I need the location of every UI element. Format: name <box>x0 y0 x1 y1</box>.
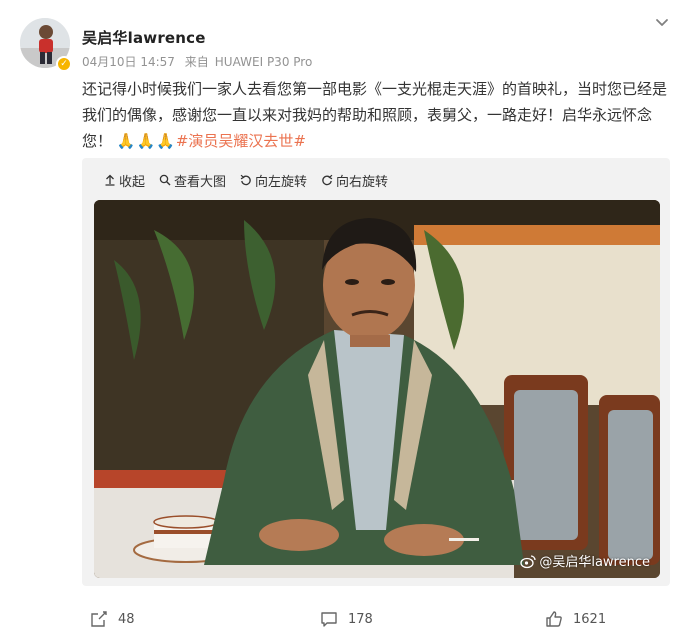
magnifier-icon <box>159 174 171 186</box>
view-large-label: 查看大图 <box>174 174 227 190</box>
media-box: 收起 查看大图 向左旋转 向右旋转 @吴启华lawrence <box>82 158 670 586</box>
source-device: HUAWEI P30 Pro <box>214 55 313 69</box>
pray-emoji: 🙏🙏🙏 <box>116 132 176 150</box>
post-meta: 04月10日 14:57 来自 HUAWEI P30 Pro <box>82 53 318 70</box>
action-bar: 48 178 1621 <box>0 598 690 640</box>
view-large-button[interactable]: 查看大图 <box>159 171 226 190</box>
comment-icon <box>321 612 337 627</box>
rotate-left-icon <box>240 174 251 186</box>
collapse-button[interactable]: 收起 <box>104 171 145 190</box>
username[interactable]: 吴启华lawrence <box>82 27 206 48</box>
collapse-arrow-icon <box>105 174 115 186</box>
like-count: 1621 <box>573 611 607 627</box>
post-date[interactable]: 04月10日 14:57 <box>82 55 175 69</box>
post-photo[interactable]: @吴启华lawrence <box>94 200 660 578</box>
weibo-logo-icon <box>520 554 536 568</box>
share-count: 48 <box>118 611 135 627</box>
photo-watermark: @吴启华lawrence <box>520 551 650 570</box>
photo-illustration <box>94 200 660 578</box>
verified-badge: ✓ <box>56 56 72 72</box>
source-prefix: 来自 <box>184 55 209 69</box>
like-button[interactable]: 1621 <box>545 610 606 628</box>
comment-button[interactable]: 178 <box>320 610 373 628</box>
media-toolbar: 收起 查看大图 向左旋转 向右旋转 <box>82 158 402 202</box>
share-button[interactable]: 48 <box>90 610 135 628</box>
collapse-label: 收起 <box>119 174 146 190</box>
share-icon <box>91 611 107 627</box>
rotate-right-icon <box>322 174 333 186</box>
comment-count: 178 <box>348 611 373 627</box>
rotate-left-button[interactable]: 向左旋转 <box>240 171 307 190</box>
rotate-right-label: 向右旋转 <box>336 174 389 190</box>
chevron-down-icon[interactable] <box>654 14 670 30</box>
rotate-right-button[interactable]: 向右旋转 <box>321 171 388 190</box>
hashtag-link[interactable]: #演员吴耀汉去世# <box>176 132 306 150</box>
watermark-text: @吴启华lawrence <box>539 555 650 570</box>
rotate-left-label: 向左旋转 <box>255 174 308 190</box>
like-icon <box>546 611 562 627</box>
post-text: 还记得小时候我们一家人去看您第一部电影《一支光棍走天涯》的首映礼，当时您已经是我… <box>82 76 672 154</box>
